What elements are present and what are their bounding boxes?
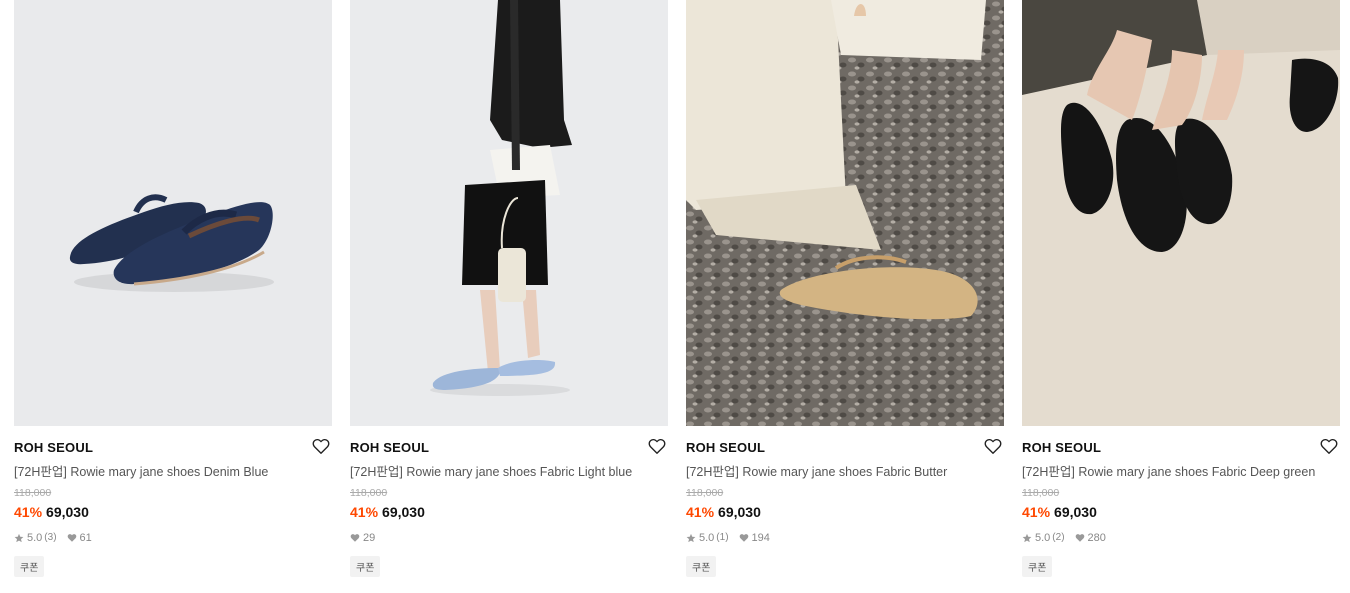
likes: 29 <box>350 531 375 545</box>
original-price: 118,000 <box>350 487 388 499</box>
product-name[interactable]: [72H판업] Rowie mary jane shoes Fabric But… <box>686 464 1004 480</box>
heart-filled-icon <box>739 534 748 542</box>
rating-value: 5.0 <box>1035 532 1051 544</box>
product-card[interactable]: ROH SEOUL [72H판업] Rowie mary jane shoes … <box>350 0 668 577</box>
coupon-badge[interactable]: 쿠폰 <box>14 556 45 577</box>
coupon-badge[interactable]: 쿠폰 <box>350 556 381 577</box>
product-name[interactable]: [72H판업] Rowie mary jane shoes Denim Blue <box>14 464 332 480</box>
price-row: 41% 69,030 <box>686 504 1004 521</box>
wishlist-heart-icon[interactable] <box>984 438 1002 455</box>
rating: 5.0 (1) <box>686 531 729 545</box>
sale-price: 69,030 <box>382 504 425 520</box>
coupon-badge[interactable]: 쿠폰 <box>686 556 717 577</box>
sale-price: 69,030 <box>1054 504 1097 520</box>
wishlist-heart-icon[interactable] <box>1320 438 1338 455</box>
rating: 5.0 (2) <box>1022 531 1065 545</box>
price-row: 41% 69,030 <box>14 504 332 521</box>
wishlist-heart-icon[interactable] <box>312 438 330 455</box>
product-info: ROH SEOUL [72H판업] Rowie mary jane shoes … <box>686 426 1004 577</box>
product-meta: 5.0 (3) 61 <box>14 531 332 545</box>
price-row: 41% 69,030 <box>1022 504 1340 521</box>
product-name[interactable]: [72H판업] Rowie mary jane shoes Fabric Lig… <box>350 464 668 480</box>
product-meta: 5.0 (1) 194 <box>686 531 1004 545</box>
heart-filled-icon <box>350 534 360 542</box>
product-image[interactable] <box>1022 0 1340 426</box>
review-count: (2) <box>1052 532 1065 543</box>
wishlist-heart-icon[interactable] <box>648 438 666 455</box>
star-icon <box>686 533 696 543</box>
rating: 5.0 (3) <box>14 531 57 545</box>
rating-value: 5.0 <box>699 532 715 544</box>
discount-rate: 41% <box>350 504 379 520</box>
product-image[interactable] <box>14 0 332 426</box>
product-info: ROH SEOUL [72H판업] Rowie mary jane shoes … <box>350 426 668 577</box>
product-card[interactable]: ROH SEOUL [72H판업] Rowie mary jane shoes … <box>1022 0 1340 577</box>
product-card[interactable]: ROH SEOUL [72H판업] Rowie mary jane shoes … <box>686 0 1004 577</box>
original-price: 118,000 <box>14 487 52 499</box>
product-info: ROH SEOUL [72H판업] Rowie mary jane shoes … <box>1022 426 1340 577</box>
likes: 280 <box>1075 531 1106 545</box>
product-image[interactable] <box>350 0 668 426</box>
brand-name[interactable]: ROH SEOUL <box>1022 440 1340 456</box>
likes-count: 194 <box>751 532 770 544</box>
product-meta: 5.0 (2) 280 <box>1022 531 1340 545</box>
likes: 194 <box>739 531 770 545</box>
rating-value: 5.0 <box>27 532 43 544</box>
original-price: 118,000 <box>686 487 724 499</box>
discount-rate: 41% <box>686 504 715 520</box>
coupon-badge[interactable]: 쿠폰 <box>1022 556 1053 577</box>
likes-count: 29 <box>363 532 376 544</box>
product-card[interactable]: ROH SEOUL [72H판업] Rowie mary jane shoes … <box>14 0 332 577</box>
discount-rate: 41% <box>14 504 43 520</box>
product-image[interactable] <box>686 0 1004 426</box>
brand-name[interactable]: ROH SEOUL <box>686 440 1004 456</box>
brand-name[interactable]: ROH SEOUL <box>350 440 668 456</box>
likes: 61 <box>67 531 92 545</box>
sale-price: 69,030 <box>46 504 89 520</box>
original-price: 118,000 <box>1022 487 1060 499</box>
star-icon <box>1022 533 1032 543</box>
sale-price: 69,030 <box>718 504 761 520</box>
heart-filled-icon <box>1075 534 1084 542</box>
review-count: (1) <box>716 532 729 543</box>
product-info: ROH SEOUL [72H판업] Rowie mary jane shoes … <box>14 426 332 577</box>
product-grid: ROH SEOUL [72H판업] Rowie mary jane shoes … <box>14 0 1340 577</box>
brand-name[interactable]: ROH SEOUL <box>14 440 332 456</box>
review-count: (3) <box>44 532 57 543</box>
heart-filled-icon <box>67 534 76 542</box>
product-name[interactable]: [72H판업] Rowie mary jane shoes Fabric Dee… <box>1022 464 1340 480</box>
star-icon <box>14 533 24 543</box>
price-row: 41% 69,030 <box>350 504 668 521</box>
product-meta: 29 <box>350 531 668 545</box>
discount-rate: 41% <box>1022 504 1051 520</box>
likes-count: 61 <box>79 532 92 544</box>
likes-count: 280 <box>1087 532 1106 544</box>
